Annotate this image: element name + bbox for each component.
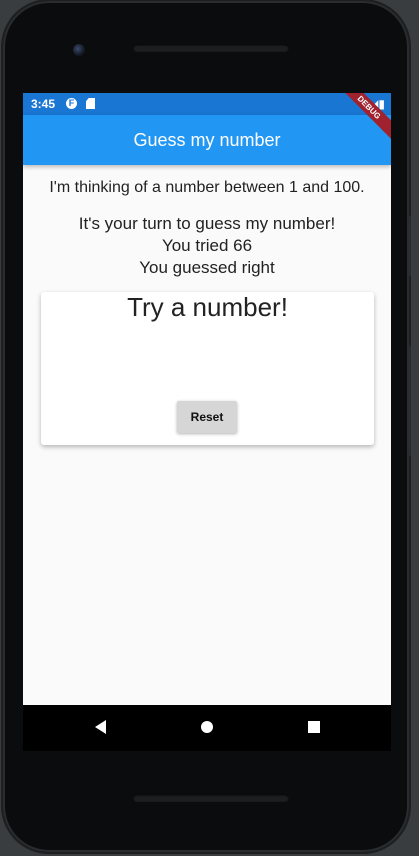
home-icon[interactable] bbox=[201, 721, 213, 733]
result-text: You guessed right bbox=[139, 258, 275, 277]
app-bar: Guess my number bbox=[23, 115, 391, 165]
bottom-speaker bbox=[133, 794, 289, 802]
notification-f-icon: F bbox=[66, 98, 77, 109]
tried-text: You tried 66 bbox=[161, 236, 253, 255]
volume-button bbox=[407, 346, 411, 456]
app-title: Guess my number bbox=[133, 130, 281, 150]
intro-text: I'm thinking of a number between 1 and 1… bbox=[49, 179, 365, 196]
navigation-bar bbox=[23, 705, 391, 751]
sd-card-icon bbox=[86, 98, 95, 109]
status-messages: It's your turn to guess my number! You t… bbox=[23, 213, 391, 279]
guess-card: Try a number! Reset bbox=[41, 292, 374, 445]
reset-button[interactable]: Reset bbox=[177, 401, 237, 433]
back-icon[interactable] bbox=[95, 720, 106, 734]
recent-apps-icon[interactable] bbox=[308, 721, 320, 733]
status-bar: 3:45 F ▾◢▮ bbox=[23, 93, 391, 115]
card-title: Try a number! bbox=[127, 292, 288, 322]
app-screen: 3:45 F ▾◢▮ DEBUG Guess my number I'm thi… bbox=[23, 93, 391, 705]
front-camera bbox=[73, 44, 85, 56]
turn-prompt: It's your turn to guess my number! bbox=[78, 214, 336, 233]
power-button bbox=[407, 216, 411, 276]
top-speaker bbox=[133, 44, 289, 52]
status-time: 3:45 bbox=[31, 97, 56, 111]
